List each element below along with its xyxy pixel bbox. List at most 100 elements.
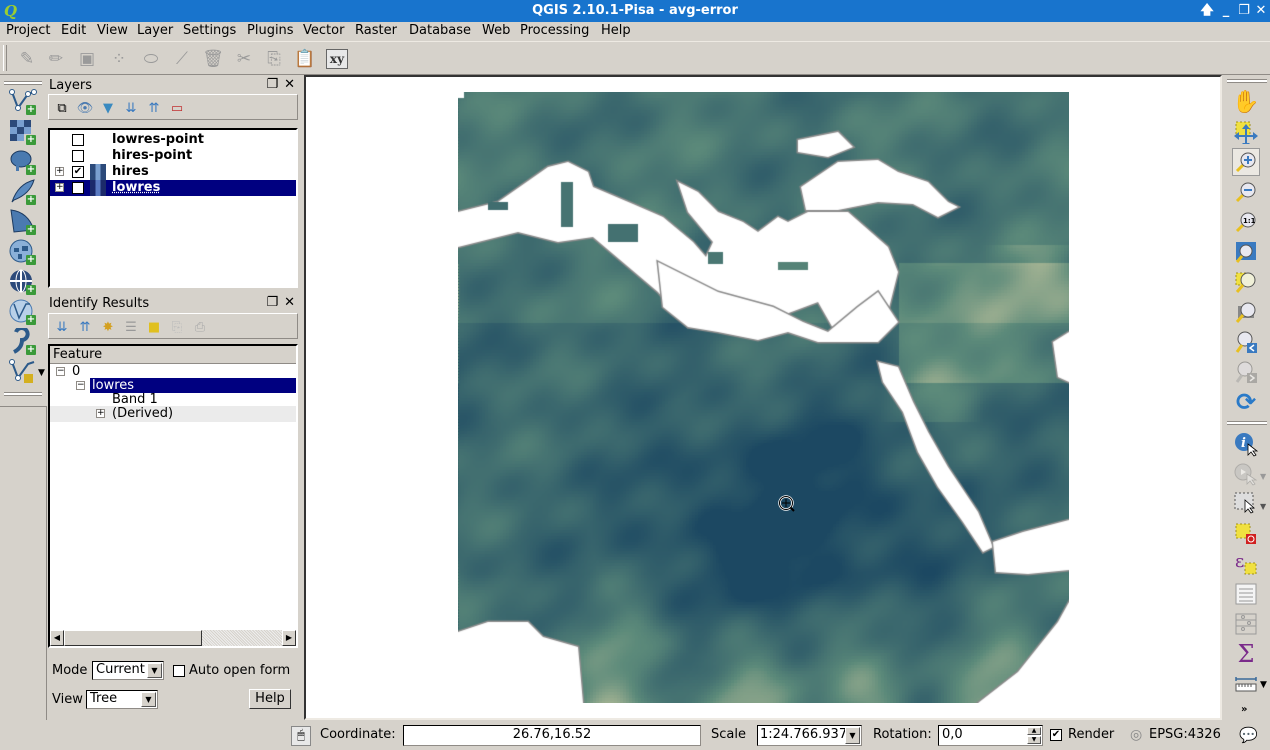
chevron-down-icon[interactable]: ▼ [845,727,860,744]
messages-icon[interactable]: 💬 [1239,726,1258,744]
menu-edit[interactable]: Edit [61,23,86,38]
chevron-down-icon[interactable]: ▼ [141,692,156,707]
more-tools-icon[interactable]: » [1241,704,1247,715]
statistical-summary-icon[interactable]: Σ [1232,640,1260,668]
menu-database[interactable]: Database [409,23,471,38]
xy-coordinates-icon[interactable]: xy [326,49,348,69]
copy-features-icon[interactable]: ⎘ [263,48,285,70]
layer-visibility-checkbox[interactable]: ✔ [72,182,84,194]
clear-highlights-icon[interactable]: ■ [145,318,163,336]
add-postgis-layer-icon[interactable]: + [8,148,38,176]
pan-to-selection-icon[interactable] [1232,118,1260,146]
menu-plugins[interactable]: Plugins [247,23,294,38]
zoom-to-layer-icon[interactable] [1232,298,1260,326]
add-wms-layer-icon[interactable]: + [8,238,38,266]
save-edits-icon[interactable]: ▣ [76,48,98,70]
zoom-actual-size-icon[interactable]: 1:1 [1232,208,1260,236]
menu-help[interactable]: Help [601,23,631,38]
rotation-spinbox[interactable]: 0,0 ▲ ▼ [938,725,1043,746]
add-delimited-text-layer-icon[interactable]: + [8,326,38,356]
refresh-icon[interactable]: ⟳ [1232,388,1260,416]
new-shapefile-layer-icon[interactable]: ▼ [8,358,45,386]
spin-up-icon[interactable]: ▲ [1027,727,1041,735]
mode-select[interactable]: Current ▼ [92,661,164,680]
add-vector-layer-icon[interactable]: + [8,88,38,116]
filter-legend-icon[interactable]: ▼ [99,99,117,117]
scroll-thumb[interactable] [64,630,202,646]
map-canvas[interactable] [304,75,1222,720]
toolbar-grip[interactable] [4,392,42,396]
dropdown-arrow-icon[interactable]: ▼ [1260,502,1266,511]
menu-raster[interactable]: Raster [355,23,397,38]
minimize-icon[interactable]: _ [1218,3,1234,19]
close-icon[interactable]: ✕ [1253,3,1269,19]
chevron-down-icon[interactable]: ▼ [147,663,162,678]
expand-all-icon[interactable]: ⇊ [122,99,140,117]
manage-visibility-icon[interactable]: 👁 [76,99,94,117]
zoom-full-icon[interactable] [1232,238,1260,266]
toggle-editing-icon[interactable]: ✏ [45,48,67,70]
expand-new-results-icon[interactable]: ✸ [99,318,117,336]
collapse-icon[interactable]: − [56,367,65,376]
toggle-extents-icon[interactable]: 🖱 [291,726,311,746]
deselect-all-icon[interactable] [1232,520,1260,548]
layer-row-lowres[interactable]: + ✔ lowres [50,180,296,196]
toolbar-grip[interactable] [1227,421,1267,425]
scroll-right-button[interactable]: ▶ [282,630,296,646]
collapse-all-icon[interactable]: ⇈ [145,99,163,117]
dropdown-arrow-icon[interactable]: ▼ [38,368,45,378]
toolbar-grip[interactable] [4,81,42,85]
expand-icon[interactable]: + [96,409,105,418]
expand-tree-icon[interactable]: ⇊ [53,318,71,336]
layer-row-hires-point[interactable]: hires-point [50,148,296,164]
zoom-next-icon[interactable] [1232,358,1260,386]
add-group-icon[interactable]: ⧉ [53,99,71,117]
float-panel-icon[interactable]: ❐ [266,295,278,310]
layer-visibility-checkbox[interactable] [72,150,84,162]
spin-down-icon[interactable]: ▼ [1027,736,1041,744]
zoom-to-selection-icon[interactable] [1232,268,1260,296]
expand-icon[interactable]: + [55,167,64,176]
add-mssql-layer-icon[interactable]: + [8,208,38,236]
menu-project[interactable]: Project [6,23,50,38]
select-features-icon[interactable] [1232,490,1260,518]
delete-selected-icon[interactable]: 🗑 [202,48,224,70]
crs-label[interactable]: EPSG:4326 [1149,727,1221,742]
menu-vector[interactable]: Vector [303,23,344,38]
layer-visibility-checkbox[interactable]: ✔ [72,166,84,178]
identify-features-icon[interactable]: i [1232,430,1260,458]
layer-row-lowres-point[interactable]: lowres-point [50,132,296,148]
menu-processing[interactable]: Processing [520,23,589,38]
expand-icon[interactable]: + [55,183,64,192]
collapse-icon[interactable]: − [76,381,85,390]
clear-results-icon[interactable]: ☰ [122,318,140,336]
add-feature-icon[interactable]: ⁘ [108,48,130,70]
move-feature-icon[interactable]: ⬭ [140,48,162,70]
close-panel-icon[interactable]: ✕ [284,295,295,310]
add-spatialite-layer-icon[interactable]: + [8,178,38,206]
scale-select[interactable]: 1:24.766.937 ▼ [757,725,862,746]
field-calculator-icon[interactable] [1232,610,1260,638]
run-feature-action-icon[interactable] [1232,460,1260,488]
raster-layer-lowres[interactable] [458,92,1069,703]
close-panel-icon[interactable]: ✕ [284,77,295,92]
float-panel-icon[interactable]: ❐ [266,77,278,92]
feature-column-header[interactable]: Feature [50,346,296,364]
toolbar-grip[interactable] [3,45,7,71]
zoom-in-icon[interactable] [1232,148,1260,176]
help-button[interactable]: Help [249,689,291,709]
add-raster-layer-icon[interactable]: + [8,118,38,146]
copy-feature-icon[interactable]: ⎘ [168,318,186,336]
toolbar-grip[interactable] [1227,79,1267,83]
coordinate-field[interactable]: 26.76,16.52 [403,725,701,746]
node-tool-icon[interactable]: ⟋ [171,48,193,70]
collapse-tree-icon[interactable]: ⇈ [76,318,94,336]
open-attribute-table-icon[interactable] [1232,580,1260,608]
shade-icon[interactable]: 🡅 [1199,3,1215,19]
menu-web[interactable]: Web [482,23,510,38]
current-edits-icon[interactable]: ✎ [16,48,38,70]
measure-line-icon[interactable] [1232,670,1260,698]
remove-layer-icon[interactable]: ▭ [168,99,186,117]
print-icon[interactable]: ⎙ [191,318,209,336]
select-by-expression-icon[interactable]: ε [1232,550,1260,578]
